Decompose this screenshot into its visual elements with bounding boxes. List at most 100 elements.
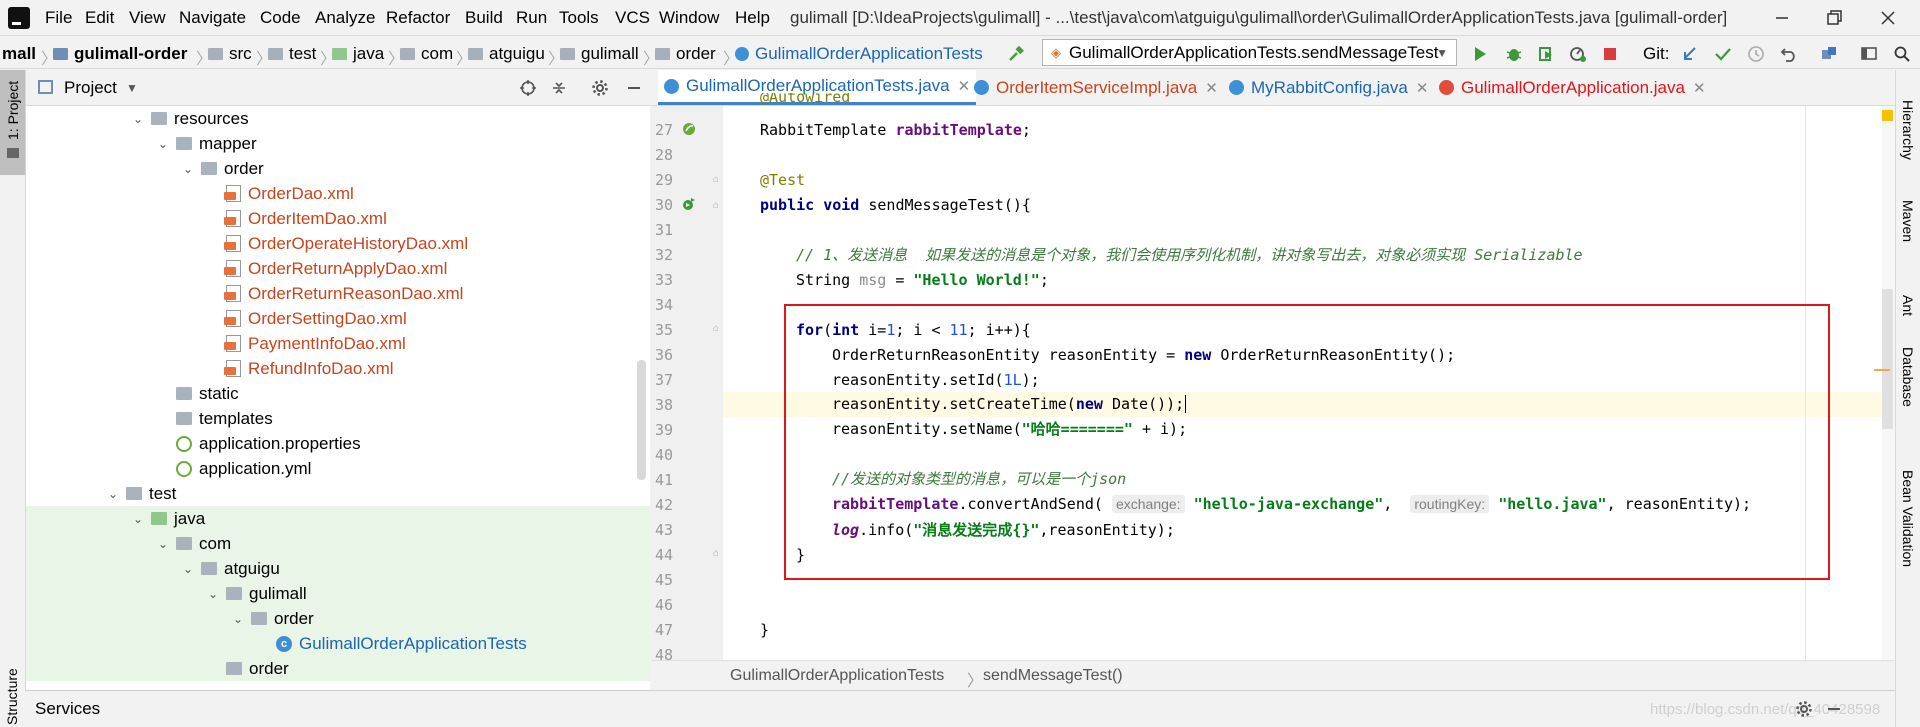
run-test-gutter-icon[interactable] (681, 196, 697, 212)
tree-item[interactable]: application.yml (26, 456, 650, 481)
tree-item[interactable]: ⌄ atguigu (26, 556, 650, 581)
chevron-down-icon[interactable]: ⌄ (131, 112, 145, 126)
menu-window[interactable]: Window (659, 8, 719, 28)
menu-code[interactable]: Code (260, 8, 301, 28)
tree-item[interactable]: RefundInfoDao.xml (26, 356, 650, 381)
ant-tool-tab[interactable]: Ant (1900, 295, 1916, 316)
chevron-down-icon[interactable]: ▼ (126, 81, 138, 95)
chevron-down-icon[interactable]: ⌄ (181, 562, 195, 576)
tree-item[interactable]: OrderOperateHistoryDao.xml (26, 231, 650, 256)
tree-item[interactable]: ⌄ order (26, 606, 650, 631)
run-icon[interactable] (1471, 45, 1489, 63)
hide-panel-icon[interactable] (625, 79, 643, 97)
chevron-down-icon[interactable]: ⌄ (131, 512, 145, 526)
crumb-order[interactable]: order (655, 44, 716, 64)
tree-item[interactable]: ⌄ gulimall (26, 581, 650, 606)
git-history-icon[interactable] (1747, 45, 1765, 63)
tree-item[interactable]: ⌄ com (26, 531, 650, 556)
git-rollback-icon[interactable] (1780, 45, 1798, 63)
crumb-test[interactable]: test (268, 44, 316, 64)
menu-edit[interactable]: Edit (85, 8, 114, 28)
chevron-down-icon[interactable]: ⌄ (156, 137, 170, 151)
tree-item[interactable]: ⌄ mapper (26, 131, 650, 156)
collapse-all-icon[interactable] (550, 79, 568, 97)
chevron-down-icon[interactable]: ⌄ (206, 587, 220, 601)
editor-error-stripe[interactable] (1874, 106, 1895, 660)
tab-my-rabbit-config[interactable]: MyRabbitConfig.java ✕ (1223, 70, 1434, 105)
editor-scroll-thumb[interactable] (1882, 289, 1893, 429)
tree-item[interactable]: ⌄ test (26, 481, 650, 506)
chevron-down-icon[interactable]: ⌄ (106, 487, 120, 501)
git-update-icon[interactable] (1681, 45, 1699, 63)
tree-item[interactable]: ⌄ java (26, 506, 650, 531)
tree-item[interactable]: static (26, 381, 650, 406)
fold-icon[interactable]: ⌂ (713, 323, 719, 334)
warning-marker-icon[interactable] (1882, 110, 1893, 121)
run-configuration-select[interactable]: ◈ GulimallOrderApplicationTests.sendMess… (1042, 39, 1457, 66)
chevron-down-icon[interactable]: ⌄ (156, 537, 170, 551)
debug-icon[interactable] (1505, 45, 1523, 63)
tree-item[interactable]: PaymentInfoDao.xml (26, 331, 650, 356)
project-tool-tab[interactable]: 1: Project (0, 70, 25, 175)
restore-icon[interactable] (1822, 6, 1846, 30)
tree-item[interactable]: order (26, 656, 650, 681)
crumb-gulimall[interactable]: gulimall (560, 44, 639, 64)
breadcrumb-class[interactable]: GulimallOrderApplicationTests (730, 667, 944, 685)
tree-item[interactable]: ⌄ resources (26, 106, 650, 131)
hierarchy-tool-tab[interactable]: Hierarchy (1900, 100, 1916, 160)
tree-item[interactable]: OrderItemDao.xml (26, 206, 650, 231)
profile-icon[interactable] (1569, 45, 1587, 63)
menu-tools[interactable]: Tools (559, 8, 599, 28)
menu-view[interactable]: View (129, 8, 166, 28)
project-tree-scrollbar[interactable] (637, 360, 646, 480)
maven-tool-tab[interactable]: Maven (1900, 200, 1916, 242)
build-hammer-icon[interactable] (1007, 45, 1025, 63)
tree-item[interactable]: ⌄ order (26, 156, 650, 181)
tree-item[interactable]: OrderReturnApplyDao.xml (26, 256, 650, 281)
spring-bean-gutter-icon[interactable] (681, 121, 697, 137)
git-commit-icon[interactable] (1714, 45, 1732, 63)
minimize-icon[interactable] (1770, 6, 1794, 30)
tab-order-item-service-impl[interactable]: OrderItemServiceImpl.java ✕ (968, 70, 1224, 105)
tree-item[interactable]: OrderReturnReasonDao.xml (26, 281, 650, 306)
bean-validation-tool-tab[interactable]: Bean Validation (1900, 470, 1916, 567)
tab-gulimall-order-application[interactable]: GulimallOrderApplication.java ✕ (1433, 70, 1712, 105)
fold-icon[interactable]: ⌂ (713, 548, 719, 559)
crumb-com[interactable]: com (400, 44, 453, 64)
project-structure-icon[interactable] (1820, 45, 1838, 63)
crumb-src[interactable]: src (208, 44, 252, 64)
tree-item[interactable]: c GulimallOrderApplicationTests (26, 631, 650, 656)
menu-navigate[interactable]: Navigate (179, 8, 246, 28)
menu-analyze[interactable]: Analyze (315, 8, 375, 28)
services-tab[interactable]: Services (35, 699, 100, 719)
search-icon[interactable] (1893, 45, 1911, 63)
presentation-icon[interactable] (1860, 45, 1878, 63)
crumb-module[interactable]: gulimall-order (53, 44, 187, 64)
chevron-down-icon[interactable]: ⌄ (181, 162, 195, 176)
close-icon[interactable]: ✕ (1416, 79, 1429, 97)
menu-file[interactable]: File (45, 8, 72, 28)
menu-build[interactable]: Build (465, 8, 503, 28)
gear-icon[interactable] (591, 79, 609, 97)
fold-icon[interactable]: ⌂ (713, 200, 719, 211)
tree-item[interactable]: templates (26, 406, 650, 431)
breadcrumb-method[interactable]: sendMessageTest() (983, 667, 1123, 685)
menu-vcs[interactable]: VCS (615, 8, 650, 28)
database-tool-tab[interactable]: Database (1900, 347, 1916, 407)
stop-icon[interactable] (1601, 45, 1619, 63)
close-window-icon[interactable] (1876, 6, 1900, 30)
menu-help[interactable]: Help (735, 8, 770, 28)
gear-icon[interactable] (1795, 700, 1813, 718)
menu-refactor[interactable]: Refactor (386, 8, 450, 28)
menu-run[interactable]: Run (516, 8, 547, 28)
crumb-mall[interactable]: mall (2, 44, 36, 64)
fold-icon[interactable]: ⌂ (713, 174, 719, 185)
crumb-class[interactable]: GulimallOrderApplicationTests (735, 44, 983, 64)
tree-item[interactable]: OrderDao.xml (26, 181, 650, 206)
project-view-selector[interactable]: Project (64, 78, 117, 98)
run-with-coverage-icon[interactable] (1537, 45, 1555, 63)
chevron-down-icon[interactable]: ⌄ (231, 612, 245, 626)
close-icon[interactable]: ✕ (1205, 79, 1218, 97)
crumb-java[interactable]: java (332, 44, 384, 64)
locate-target-icon[interactable] (519, 79, 537, 97)
